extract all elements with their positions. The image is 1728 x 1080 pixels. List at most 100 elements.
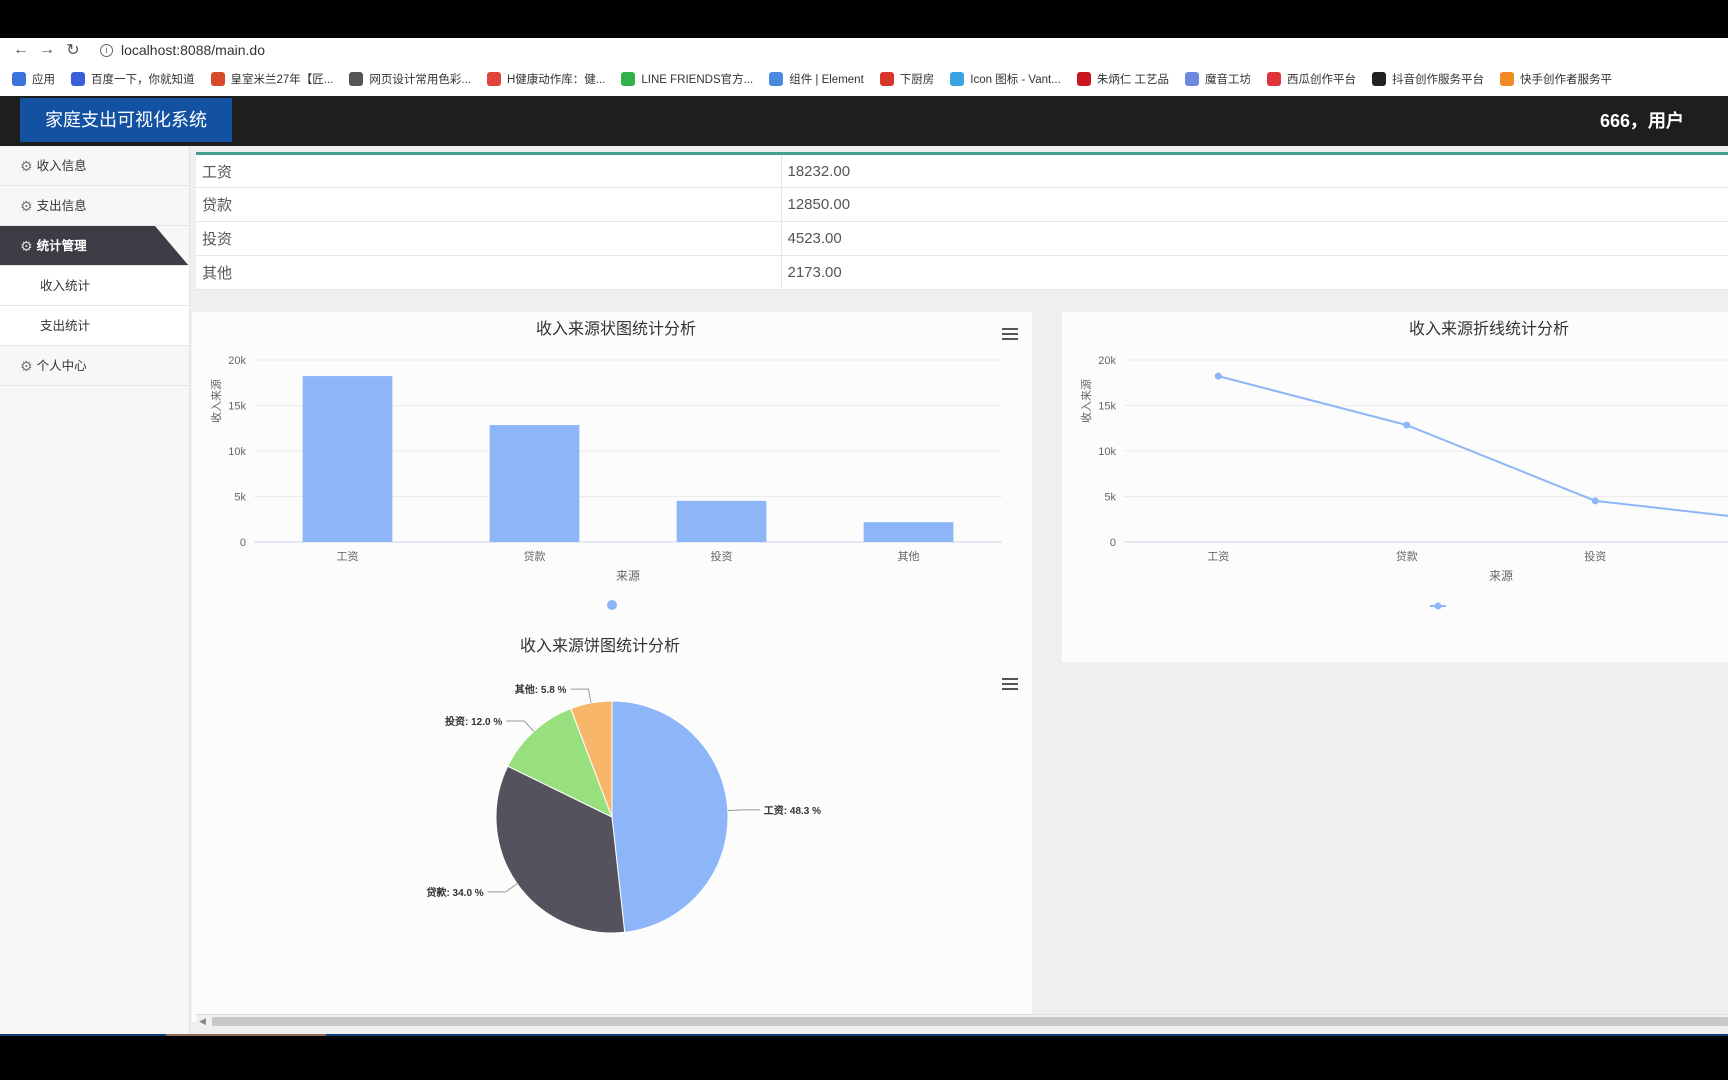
pie-menu-icon[interactable] <box>1002 678 1018 693</box>
table-row: 贷款 12850.00 <box>196 187 1728 222</box>
bookmark-label: 抖音创作服务平台 <box>1392 74 1485 86</box>
horizontal-scrollbar[interactable]: ◀ <box>196 1014 1728 1028</box>
y-tick-label: 20k <box>1098 355 1116 367</box>
chart-menu-icon[interactable] <box>1002 328 1018 343</box>
x-axis-label: 来源 <box>616 569 640 583</box>
sidebar-item-statistics[interactable]: ⚙ 统计管理 <box>0 226 189 266</box>
y-axis-label: 收入来源 <box>209 379 223 423</box>
y-tick-label: 10k <box>228 446 246 458</box>
bookmark-label: LINE FRIENDS官方... <box>641 74 754 86</box>
bookmark-icon <box>12 72 26 86</box>
bookmark-label: 应用 <box>32 74 55 86</box>
site-info-icon[interactable]: i <box>100 43 113 57</box>
bookmark-icon <box>486 72 501 86</box>
bookmark-item[interactable]: 朱炳仁 工艺品 <box>1076 71 1169 87</box>
sidebar-item-income-info[interactable]: ⚙ 收入信息 <box>0 146 189 186</box>
bookmark-icon <box>71 72 85 86</box>
forward-icon[interactable]: → <box>34 41 60 59</box>
sidebar: ⚙ 收入信息 ⚙ 支出信息 ⚙ 统计管理 收入统计 支出统计 ⚙ 个人中心 <box>0 146 190 1036</box>
y-tick-label: 15k <box>228 401 246 413</box>
bookmark-item[interactable]: H健康动作库：健... <box>486 71 605 87</box>
bar-chart-panel: 收入来源状图统计分析 0 5k 10k 15k 20k 收入来源 工资 贷款 投资 其他 来源 收入来源… <box>192 312 1032 1022</box>
chart-title: 收入来源状图统计分析 <box>536 320 696 338</box>
bookmark-item[interactable]: 西瓜创作平台 <box>1267 71 1356 87</box>
sidebar-item-label: 个人中心 <box>36 358 87 373</box>
url-text: localhost:8088/main.do <box>121 42 265 58</box>
bookmark-icon <box>1267 72 1282 86</box>
pie-connector <box>727 809 760 812</box>
table-cell-amount: 4523.00 <box>781 221 1728 256</box>
sidebar-item-label: 收入信息 <box>36 158 87 173</box>
bookmark-icon <box>879 72 894 86</box>
bookmark-item[interactable]: 组件 | Element <box>769 71 864 87</box>
taskbar <box>0 1036 1728 1080</box>
scrollbar-thumb[interactable] <box>212 1017 1728 1026</box>
address-bar: ← → ↻ i localhost:8088/main.do <box>0 38 1728 62</box>
bookmark-label: 组件 | Element <box>789 74 864 86</box>
bookmark-item[interactable]: 应用 <box>12 71 55 87</box>
bookmark-item[interactable]: 下厨房 <box>879 71 934 87</box>
bookmarks-bar: 应用 百度一下，你就知道 皇室米兰27年【匠... 网页设计常用色彩... H健康动作库… <box>0 62 1728 96</box>
line-point-工资 <box>1214 372 1222 380</box>
reload-icon[interactable]: ↻ <box>60 40 86 60</box>
bookmark-icon <box>349 72 364 86</box>
sidebar-item-expense-info[interactable]: ⚙ 支出信息 <box>0 186 189 226</box>
bookmark-label: 魔音工坊 <box>1205 74 1252 86</box>
bookmark-label: Icon 图标 - Vant... <box>970 74 1061 86</box>
back-icon[interactable]: ← <box>8 41 34 59</box>
bookmark-label: 皇室米兰27年【匠... <box>230 74 334 86</box>
y-tick-label: 5k <box>1104 492 1116 504</box>
url-field[interactable]: i localhost:8088/main.do <box>100 42 265 58</box>
x-tick-label: 工资 <box>1207 550 1229 563</box>
x-axis-label: 来源 <box>1489 569 1513 583</box>
y-tick-label: 0 <box>1110 537 1116 549</box>
bookmark-label: 网页设计常用色彩... <box>369 74 471 86</box>
pie-connector <box>570 688 592 704</box>
sidebar-item-profile[interactable]: ⚙ 个人中心 <box>0 346 189 386</box>
user-greeting[interactable]: 666，用户 <box>1600 96 1684 146</box>
app-title[interactable]: 家庭支出可视化系统 <box>20 98 232 142</box>
y-tick-label: 0 <box>240 537 246 549</box>
bookmark-item[interactable]: 网页设计常用色彩... <box>349 71 471 87</box>
bookmark-icon <box>1076 72 1091 86</box>
bar-工资 <box>302 376 393 542</box>
bookmark-item[interactable]: 魔音工坊 <box>1185 71 1251 87</box>
gear-icon: ⚙ <box>20 237 33 254</box>
bar-贷款 <box>489 425 580 542</box>
pie-label: 贷款: 34.0 % <box>425 886 483 899</box>
bookmark-icon <box>1185 72 1200 86</box>
x-tick-label: 贷款 <box>1396 549 1418 563</box>
x-tick-label: 其他 <box>898 550 920 563</box>
pie-label: 其他: 5.8 % <box>515 683 567 696</box>
y-axis-label: 收入来源 <box>1079 379 1093 423</box>
y-tick-label: 10k <box>1098 446 1116 458</box>
bookmark-item[interactable]: Icon 图标 - Vant... <box>950 71 1061 87</box>
bookmark-icon <box>950 72 965 86</box>
table-cell-source: 投资 <box>196 221 782 256</box>
line-point-投资 <box>1591 497 1599 505</box>
table-cell-source: 工资 <box>196 153 782 188</box>
sidebar-subitem-income-stats[interactable]: 收入统计 <box>0 266 189 306</box>
bookmark-item[interactable]: 皇室米兰27年【匠... <box>210 71 334 87</box>
bar-其他 <box>863 522 954 542</box>
bookmark-item[interactable]: 抖音创作服务平台 <box>1372 71 1484 87</box>
table-cell-source: 其他 <box>196 255 782 290</box>
table-row: 投资 4523.00 <box>196 221 1728 256</box>
pie-label: 投资: 12.0 % <box>445 715 502 728</box>
sidebar-subitem-expense-stats[interactable]: 支出统计 <box>0 306 189 346</box>
app-header: 家庭支出可视化系统 666，用户 <box>0 96 1728 146</box>
legend-marker <box>607 600 617 610</box>
scroll-left-icon[interactable]: ◀ <box>199 1015 206 1028</box>
bookmark-item[interactable]: 百度一下，你就知道 <box>71 71 195 87</box>
bookmark-item[interactable]: LINE FRIENDS官方... <box>621 71 753 87</box>
income-table: 工资 18232.00 贷款 12850.00 投资 4523.00 其他 21… <box>196 152 1728 290</box>
legend-marker <box>1434 602 1442 610</box>
bookmark-label: 快手创作者服务平 <box>1520 74 1613 86</box>
bookmark-item[interactable]: 快手创作者服务平 <box>1500 71 1612 87</box>
line-chart: 收入来源折线统计分析05k10k15k20k收入来源工资贷款投资其他来源 <box>1079 320 1728 610</box>
bookmark-icon <box>210 72 225 86</box>
chart-title: 收入来源折线统计分析 <box>1409 320 1569 338</box>
x-tick-label: 贷款 <box>524 549 546 563</box>
x-tick-label: 工资 <box>337 550 359 563</box>
main-content: 工资 18232.00 贷款 12850.00 投资 4523.00 其他 21… <box>190 146 1728 1036</box>
